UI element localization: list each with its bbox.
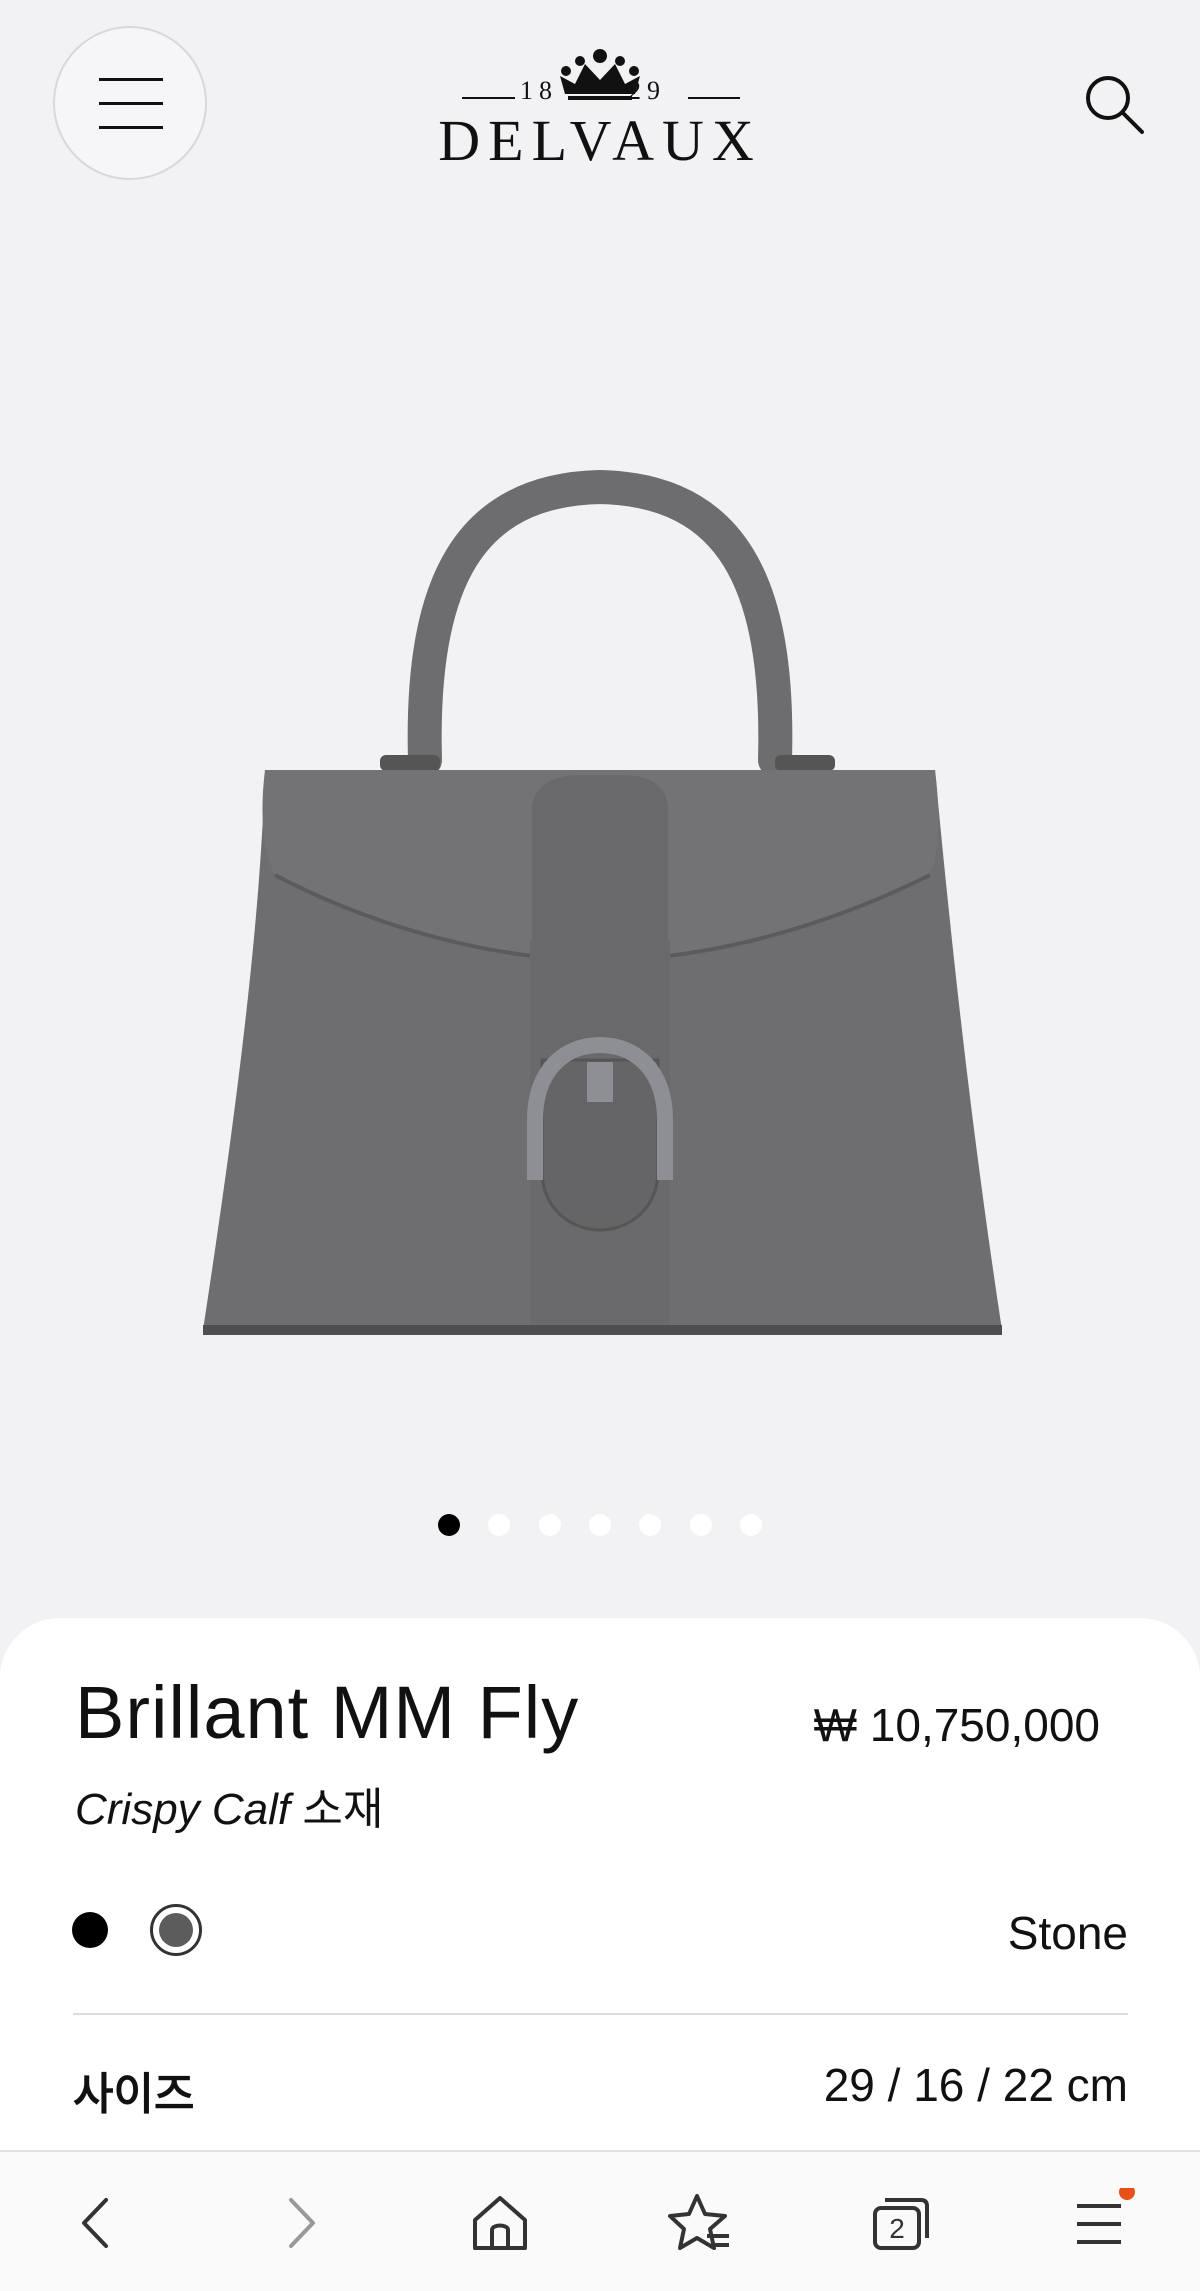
back-arrow-icon [82, 2198, 108, 2248]
bookmarks-button[interactable] [665, 2188, 735, 2258]
notification-dot [1119, 2184, 1135, 2200]
product-price: ₩ 10,750,000 [813, 1699, 1100, 1751]
product-image[interactable] [180, 469, 1030, 1375]
forward-button[interactable] [265, 2188, 335, 2258]
forward-arrow-icon [289, 2198, 315, 2248]
gallery-dot[interactable] [589, 1514, 611, 1536]
gallery-dot[interactable] [639, 1514, 662, 1536]
hamburger-menu-button[interactable] [53, 26, 207, 180]
brand-wordmark: DELVAUX [438, 108, 762, 173]
gallery-dot[interactable] [740, 1514, 763, 1536]
hamburger-line [99, 78, 163, 81]
grey-handbag-image [203, 469, 1002, 1335]
gallery-dot-active[interactable] [437, 1514, 460, 1536]
star-list-icon [668, 2194, 729, 2250]
back-button[interactable] [62, 2188, 132, 2258]
material-suffix: 소재 [290, 1785, 384, 1834]
menu-icon [1077, 2184, 1135, 2244]
divider [73, 2013, 1128, 2015]
gallery-dot[interactable] [488, 1514, 511, 1536]
gallery-dot[interactable] [689, 1514, 712, 1536]
gallery-dot[interactable] [538, 1514, 561, 1536]
crown-icon [462, 49, 740, 100]
tabs-count: 2 [889, 2213, 905, 2244]
product-material: Crispy Calf 소재 [75, 1773, 383, 1837]
home-icon [473, 2196, 527, 2250]
browser-menu-button[interactable] [1065, 2184, 1135, 2258]
logo-year-left: 18 [520, 76, 558, 105]
home-button[interactable] [465, 2188, 535, 2258]
search-icon [1086, 76, 1144, 134]
delvaux-logo[interactable]: 18 29 DELVAUX [400, 36, 800, 170]
search-button[interactable] [1080, 70, 1150, 140]
site-header: 18 29 DELVAUX [0, 0, 1200, 200]
tabs-icon: 2 [873, 2198, 929, 2250]
color-swatch-black[interactable] [72, 1912, 108, 1948]
size-value: 29 / 16 / 22 cm [823, 2059, 1128, 2111]
color-swatch-stone-selected[interactable] [150, 1904, 202, 1956]
logo-year-right: 29 [628, 76, 666, 105]
gallery-pagination [0, 1514, 1200, 1541]
tabs-button[interactable]: 2 [865, 2188, 935, 2258]
selected-color-name: Stone [1007, 1907, 1128, 1959]
material-name: Crispy Calf [75, 1785, 291, 1834]
product-name: Brillant MM Fly [75, 1671, 580, 1754]
hamburger-line [99, 126, 163, 129]
hamburger-line [99, 102, 163, 105]
size-label: 사이즈 [73, 2070, 195, 2119]
browser-toolbar: 2 [0, 2150, 1200, 2291]
